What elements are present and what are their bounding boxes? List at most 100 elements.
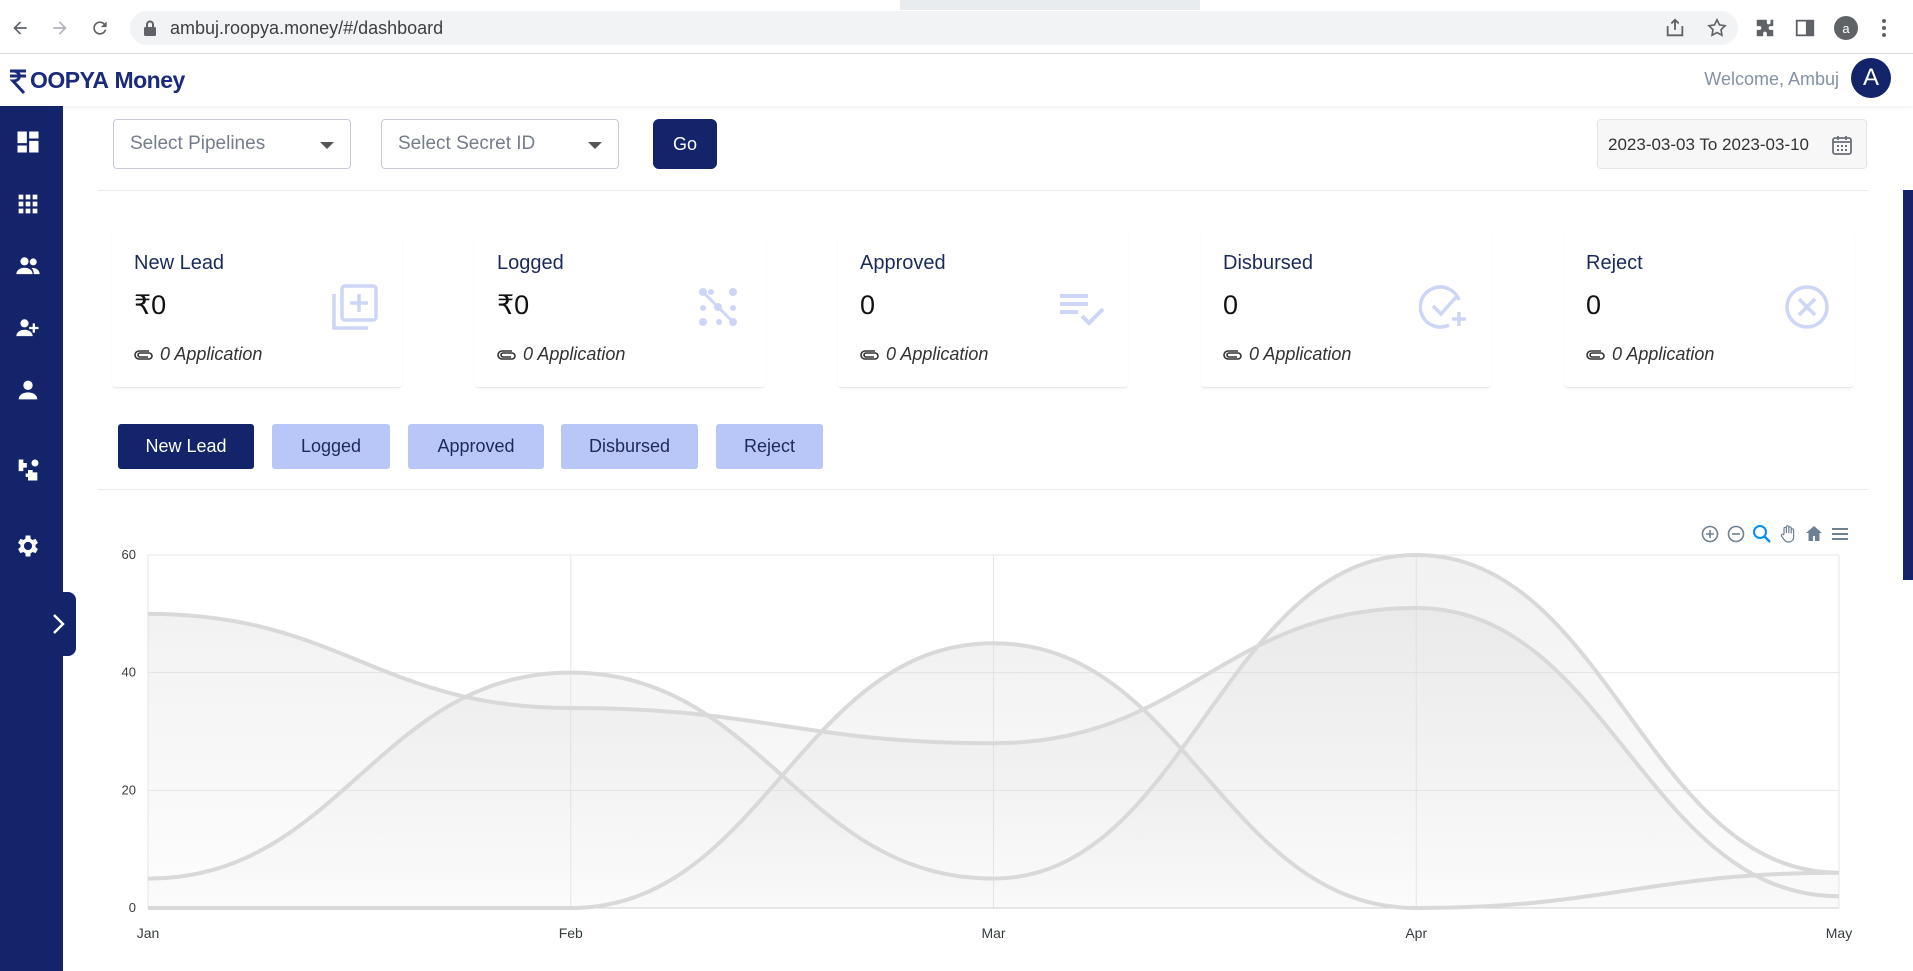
chevron-down-icon xyxy=(320,142,334,149)
browser-tab-2[interactable] xyxy=(1200,0,1913,10)
logo-text-money: Money xyxy=(114,66,185,93)
go-button[interactable]: Go xyxy=(653,119,717,169)
stat-card-approved[interactable]: Approved 0 0 Application xyxy=(838,232,1128,388)
browser-tab[interactable] xyxy=(0,0,900,10)
arrow-left-icon xyxy=(13,21,27,35)
stat-card-logged[interactable]: Logged ₹0 0 Application xyxy=(475,232,765,388)
sidebar-item-profile[interactable] xyxy=(14,376,42,404)
stat-title: New Lead xyxy=(134,252,225,274)
lock-icon xyxy=(144,20,156,36)
calendar-icon xyxy=(1832,136,1852,155)
paperclip-icon xyxy=(497,349,516,360)
person-icon xyxy=(18,380,38,400)
tabs-divider xyxy=(98,489,1868,490)
more-menu-icon[interactable] xyxy=(1878,17,1890,39)
app-header: OOPYA Money xyxy=(0,54,1913,106)
sidebar-item-groups[interactable] xyxy=(14,252,42,280)
url-text[interactable]: ambuj.roopya.money/#/dashboard xyxy=(170,18,443,39)
y-tick-label: 0 xyxy=(129,900,136,915)
reload-button[interactable] xyxy=(86,14,114,42)
paperclip-icon xyxy=(1223,349,1242,360)
user-avatar[interactable]: A xyxy=(1851,58,1891,98)
arrow-right-icon xyxy=(53,21,67,35)
group-icon xyxy=(16,257,40,275)
stat-card-disbursed[interactable]: Disbursed 0 0 Application xyxy=(1201,232,1491,388)
y-tick-label: 40 xyxy=(122,665,136,680)
x-tick-label: Jan xyxy=(137,925,160,941)
x-tick-label: Mar xyxy=(981,925,1005,941)
share-icon[interactable] xyxy=(1664,17,1686,39)
extensions-icon[interactable] xyxy=(1754,17,1776,39)
apps-grid-icon xyxy=(18,194,38,214)
stat-applications: 0 Application xyxy=(497,344,625,365)
stat-applications-text: 0 Application xyxy=(1612,344,1715,364)
check-add-icon xyxy=(1418,282,1469,332)
sidebar-item-integrations[interactable] xyxy=(14,456,42,484)
side-panel-icon[interactable] xyxy=(1794,17,1816,39)
secret-id-placeholder: Select Secret ID xyxy=(398,133,536,154)
date-range-text: 2023-03-03 To 2023-03-10 xyxy=(1608,135,1810,154)
y-tick-label: 20 xyxy=(122,782,136,797)
checklist-icon xyxy=(1056,282,1106,332)
stat-card-new-lead[interactable]: New Lead ₹0 0 Application xyxy=(112,232,402,388)
browser-profile-avatar[interactable]: a xyxy=(1834,16,1858,40)
paperclip-icon xyxy=(134,349,153,360)
date-range-picker[interactable]: 2023-03-03 To 2023-03-10 xyxy=(1597,119,1867,169)
scrollbar-thumb[interactable] xyxy=(1903,190,1913,580)
tab-disbursed[interactable]: Disbursed xyxy=(561,424,698,469)
sidebar-item-add-user[interactable] xyxy=(14,314,42,342)
pipelines-placeholder: Select Pipelines xyxy=(130,133,266,154)
cancel-circle-icon xyxy=(1782,282,1832,332)
stat-value: 0 xyxy=(860,290,876,320)
roopya-logo[interactable]: OOPYA Money xyxy=(8,65,185,95)
paperclip-icon xyxy=(860,349,879,360)
paperclip-icon xyxy=(1586,349,1605,360)
stat-value: 0 xyxy=(1586,290,1602,320)
stat-title: Logged xyxy=(497,252,564,274)
forward-button[interactable] xyxy=(46,14,74,42)
stat-card-reject[interactable]: Reject 0 0 Application xyxy=(1564,232,1854,388)
y-tick-label: 60 xyxy=(122,547,136,562)
x-tick-label: Feb xyxy=(559,925,583,941)
tab-approved[interactable]: Approved xyxy=(408,424,544,469)
filter-divider xyxy=(98,190,1868,191)
secret-id-select[interactable]: Select Secret ID xyxy=(381,119,619,169)
tab-logged[interactable]: Logged xyxy=(272,424,390,469)
stat-applications-text: 0 Application xyxy=(1249,344,1352,364)
stat-applications: 0 Application xyxy=(1223,344,1351,365)
sidebar xyxy=(0,106,63,971)
chevron-right-icon xyxy=(53,614,65,634)
reload-icon xyxy=(93,21,107,35)
settings-icon xyxy=(18,535,38,557)
sidebar-item-apps[interactable] xyxy=(14,190,42,218)
sidebar-expand-button[interactable] xyxy=(40,592,76,656)
stat-title: Reject xyxy=(1586,252,1643,274)
dashboard-icon xyxy=(17,131,39,153)
stat-applications-text: 0 Application xyxy=(523,344,626,364)
tab-strip xyxy=(0,0,1913,10)
stat-title: Disbursed xyxy=(1223,252,1314,274)
stat-value: 0 xyxy=(1223,290,1239,320)
sidebar-item-dashboard[interactable] xyxy=(14,128,42,156)
x-tick-label: Apr xyxy=(1405,925,1427,941)
welcome-text: Welcome, Ambuj xyxy=(1704,69,1839,89)
scatter-icon xyxy=(693,282,743,332)
add-box-icon xyxy=(330,282,380,332)
integrations-icon xyxy=(18,459,39,481)
rupee-logo-icon xyxy=(9,69,26,95)
tab-new-lead[interactable]: New Lead xyxy=(118,424,254,469)
applications-area-chart: 0 20 40 60 Jan Feb Mar Apr May xyxy=(122,547,1853,941)
stat-value: ₹0 xyxy=(134,290,167,320)
back-button[interactable] xyxy=(6,14,34,42)
stat-title: Approved xyxy=(860,252,946,274)
stat-applications-text: 0 Application xyxy=(886,344,989,364)
tab-reject[interactable]: Reject xyxy=(716,424,823,469)
browser-toolbar: ambuj.roopya.money/#/dashboard a xyxy=(0,0,1913,54)
stat-applications-text: 0 Application xyxy=(160,344,263,364)
stat-applications: 0 Application xyxy=(1586,344,1714,365)
pipelines-select[interactable]: Select Pipelines xyxy=(113,119,351,169)
bookmark-star-icon[interactable] xyxy=(1706,17,1728,39)
logo-text-roopya: OOPYA xyxy=(30,66,109,93)
stat-applications: 0 Application xyxy=(860,344,988,365)
sidebar-item-settings[interactable] xyxy=(14,532,42,560)
